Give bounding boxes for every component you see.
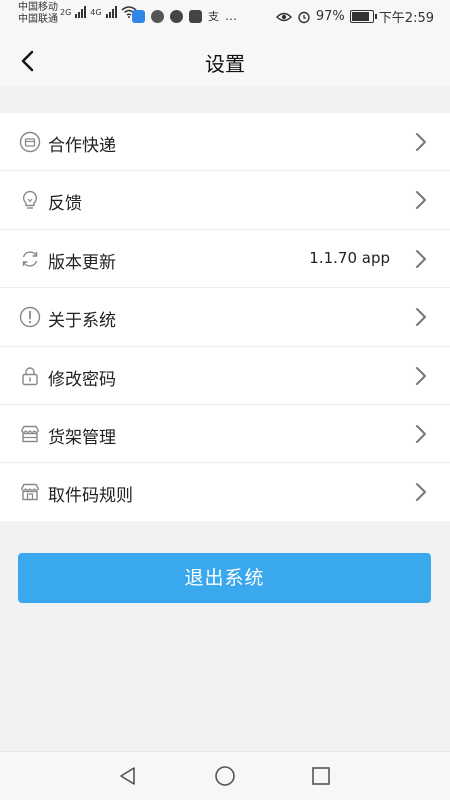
nav-home-button[interactable] [213, 764, 237, 788]
setting-label: 修改密码 [48, 369, 116, 390]
status-right: 97% 下午2:59 [275, 7, 434, 26]
refresh-icon [22, 251, 38, 267]
setting-label: 货架管理 [48, 427, 116, 448]
system-navigation-bar [0, 751, 450, 800]
setting-item-feedback[interactable]: 反馈 [0, 171, 450, 230]
status-bar: 中国移动 中国联通 2G 4G 支 … 97% 下午2:59 [0, 0, 450, 36]
settings-list: 合作快递 反馈 版本更新 1.1.70 app 关于系统 修改密码 货架管理 取… [0, 113, 450, 521]
store-icon [20, 484, 40, 501]
battery-icon [349, 10, 377, 23]
chevron-right-icon [416, 366, 426, 385]
chevron-right-icon [416, 191, 426, 210]
app-header: 设置 [0, 36, 450, 86]
nav-recents-button[interactable] [309, 764, 333, 788]
info-icon [19, 306, 41, 328]
setting-item-shelf-management[interactable]: 货架管理 [0, 405, 450, 464]
page-title: 设置 [205, 52, 245, 76]
battery-percent: 97% [315, 9, 345, 24]
setting-label: 版本更新 [48, 252, 116, 273]
more-notifications-icon: … [225, 9, 237, 23]
clock: 下午2:59 [378, 11, 434, 26]
network-type-1: 2G [60, 7, 72, 17]
carrier-2: 中国联通 [18, 14, 58, 25]
lock-icon [22, 366, 38, 385]
setting-label: 取件码规则 [48, 486, 133, 507]
chevron-right-icon [416, 249, 426, 268]
setting-item-pickup-code-rules[interactable]: 取件码规则 [0, 463, 450, 520]
setting-item-about[interactable]: 关于系统 [0, 288, 450, 347]
eye-icon [275, 12, 292, 21]
setting-label: 关于系统 [48, 311, 116, 332]
app-notification-icon [170, 9, 183, 23]
setting-item-change-password[interactable]: 修改密码 [0, 347, 450, 405]
carrier-1: 中国移动 [18, 2, 58, 13]
alarm-icon [298, 11, 310, 23]
setting-label: 反馈 [48, 194, 82, 215]
carrier-info: 中国移动 中国联通 [18, 2, 58, 26]
chevron-right-icon [416, 424, 426, 443]
chevron-right-icon [416, 483, 426, 502]
signal-icon [75, 6, 87, 18]
network-indicators: 2G 4G [60, 6, 137, 18]
chevron-right-icon [416, 308, 426, 327]
network-type-2: 4G [90, 7, 102, 17]
chevron-right-icon [416, 133, 426, 151]
setting-item-version-update[interactable]: 版本更新 1.1.70 app [0, 230, 450, 289]
alipay-icon: 支 [208, 10, 219, 23]
setting-item-courier[interactable]: 合作快递 [0, 113, 450, 172]
qq-icon [151, 9, 164, 23]
signal-icon [105, 6, 117, 18]
shelf-icon [20, 425, 40, 443]
courier-icon [19, 131, 41, 153]
lightbulb-icon [22, 191, 38, 210]
logout-button[interactable]: 退出系统 [18, 553, 431, 603]
setting-label: 合作快递 [48, 136, 116, 156]
nav-back-button[interactable] [116, 764, 140, 788]
tiktok-icon [189, 9, 202, 23]
app-notification-icon [132, 9, 145, 23]
version-value: 1.1.70 app [309, 248, 390, 267]
notification-icons: 支 … [132, 8, 237, 24]
